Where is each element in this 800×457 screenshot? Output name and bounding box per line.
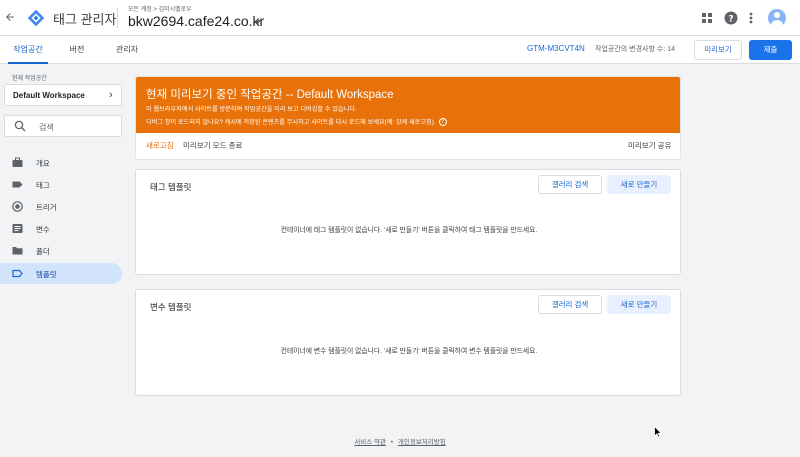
card-title: 변수 템플릿 bbox=[150, 302, 192, 312]
preview-hint-text: 디버그 창이 로드되지 않나요? 캐시에 저장된 콘텐츠를 무시하고 사이트를 … bbox=[146, 119, 436, 126]
tab-workspace[interactable]: 작업공간 bbox=[8, 36, 48, 64]
sidebar-item-variables[interactable]: 변수 bbox=[0, 218, 122, 239]
top-app-bar: 태그 관리자 모든 계정 > 김미시멜로우 bkw2694.cafe24.co.… bbox=[0, 0, 800, 36]
tab-versions[interactable]: 버전 bbox=[62, 36, 92, 64]
sidebar-item-overview[interactable]: 개요 bbox=[0, 152, 122, 173]
back-arrow-icon[interactable] bbox=[4, 11, 16, 25]
terms-link[interactable]: 서비스 약관 bbox=[354, 439, 386, 446]
submit-button[interactable]: 제출 bbox=[749, 40, 792, 60]
template-icon bbox=[12, 268, 23, 279]
apps-grid-icon[interactable] bbox=[700, 11, 714, 25]
mouse-cursor-icon bbox=[654, 425, 663, 438]
sidebar-item-folders[interactable]: 폴더 bbox=[0, 240, 122, 261]
preview-description: 이 웹브라우저에서 사이트를 방문하여 작업공간을 미리 보고 디버깅할 수 있… bbox=[146, 106, 357, 113]
container-id[interactable]: GTM-M3CVT4N bbox=[527, 44, 585, 53]
sidebar-item-label: 태그 bbox=[36, 181, 50, 190]
exit-preview-link[interactable]: 미리보기 모드 종료 bbox=[183, 140, 242, 151]
gallery-search-button[interactable]: 갤러리 검색 bbox=[538, 295, 602, 314]
preview-banner: 현재 미리보기 중인 작업공간 -- Default Workspace 이 웹… bbox=[135, 76, 681, 160]
footer: 서비스 약관 • 개인정보처리방침 bbox=[0, 436, 800, 446]
gallery-search-button[interactable]: 갤러리 검색 bbox=[538, 175, 602, 194]
card-title: 태그 템플릿 bbox=[150, 182, 192, 192]
gtm-logo bbox=[27, 9, 45, 27]
new-variable-template-button[interactable]: 새로 만들기 bbox=[607, 295, 671, 314]
help-icon[interactable]: ? bbox=[724, 11, 738, 25]
more-vert-icon[interactable] bbox=[744, 11, 758, 25]
briefcase-icon bbox=[12, 157, 23, 168]
share-preview-link[interactable]: 미리보기 공유 bbox=[628, 140, 671, 151]
sidebar-item-triggers[interactable]: 트리거 bbox=[0, 196, 122, 217]
sidebar-search[interactable]: 검색 bbox=[4, 115, 122, 137]
caret-down-icon[interactable] bbox=[255, 20, 261, 24]
footer-separator: • bbox=[390, 439, 394, 446]
empty-state-text: 컨테이너에 태그 템플릿이 없습니다. '새로 만들기' 버튼을 클릭하여 태그… bbox=[280, 227, 538, 234]
header-divider bbox=[117, 8, 118, 28]
trigger-icon bbox=[12, 201, 23, 212]
workspace-name: Default Workspace bbox=[13, 91, 85, 100]
empty-state-text: 컨테이너에 변수 템플릿이 없습니다. '새로 만들기' 버튼을 클릭하여 변수… bbox=[280, 348, 538, 355]
avatar-head bbox=[774, 12, 780, 18]
privacy-link[interactable]: 개인정보처리방침 bbox=[398, 439, 446, 446]
workspace-selector[interactable]: Default Workspace › bbox=[4, 84, 122, 106]
help-circle-icon[interactable]: ? bbox=[438, 118, 447, 127]
tab-bar: 작업공간 버전 관리자 GTM-M3CVT4N 작업공간의 변경사항 수: 14… bbox=[0, 36, 800, 64]
sidebar-item-label: 트리거 bbox=[36, 203, 57, 212]
variable-icon bbox=[12, 223, 23, 234]
tab-admin[interactable]: 관리자 bbox=[110, 36, 144, 64]
search-icon bbox=[14, 120, 26, 132]
container-selector[interactable]: bkw2694.cafe24.co.kr bbox=[128, 13, 264, 29]
sidebar-item-templates[interactable]: 템플릿 bbox=[0, 263, 122, 284]
tag-templates-card: 태그 템플릿 갤러리 검색 새로 만들기 컨테이너에 태그 템플릿이 없습니다.… bbox=[135, 169, 681, 275]
preview-title: 현재 미리보기 중인 작업공간 -- Default Workspace bbox=[146, 89, 394, 101]
sidebar-item-label: 변수 bbox=[36, 225, 50, 234]
tag-icon bbox=[12, 179, 23, 190]
preview-button[interactable]: 미리보기 bbox=[694, 40, 742, 60]
new-tag-template-button[interactable]: 새로 만들기 bbox=[607, 175, 671, 194]
preview-banner-header: 현재 미리보기 중인 작업공간 -- Default Workspace 이 웹… bbox=[136, 77, 680, 133]
preview-hint: 디버그 창이 로드되지 않나요? 캐시에 저장된 콘텐츠를 무시하고 사이트를 … bbox=[146, 117, 447, 127]
account-avatar[interactable] bbox=[768, 9, 786, 27]
chevron-right-icon: › bbox=[109, 89, 113, 101]
app-name: 태그 관리자 bbox=[53, 12, 117, 27]
sidebar-item-label: 템플릿 bbox=[36, 270, 57, 279]
avatar-body bbox=[771, 20, 783, 27]
sidebar-item-label: 폴더 bbox=[36, 247, 50, 256]
sidebar-item-tags[interactable]: 태그 bbox=[0, 174, 122, 195]
workspace-label: 현재 작업공간 bbox=[12, 76, 47, 82]
sidebar-item-label: 개요 bbox=[36, 159, 50, 168]
folder-icon bbox=[12, 245, 23, 256]
account-breadcrumb[interactable]: 모든 계정 > 김미시멜로우 bbox=[128, 4, 192, 13]
svg-text:?: ? bbox=[728, 15, 733, 25]
search-placeholder: 검색 bbox=[39, 123, 54, 132]
variable-templates-card: 변수 템플릿 갤러리 검색 새로 만들기 컨테이너에 변수 템플릿이 없습니다.… bbox=[135, 289, 681, 396]
refresh-link[interactable]: 새로고침 bbox=[146, 140, 174, 151]
workspace-changes-count: 작업공간의 변경사항 수: 14 bbox=[595, 46, 675, 53]
